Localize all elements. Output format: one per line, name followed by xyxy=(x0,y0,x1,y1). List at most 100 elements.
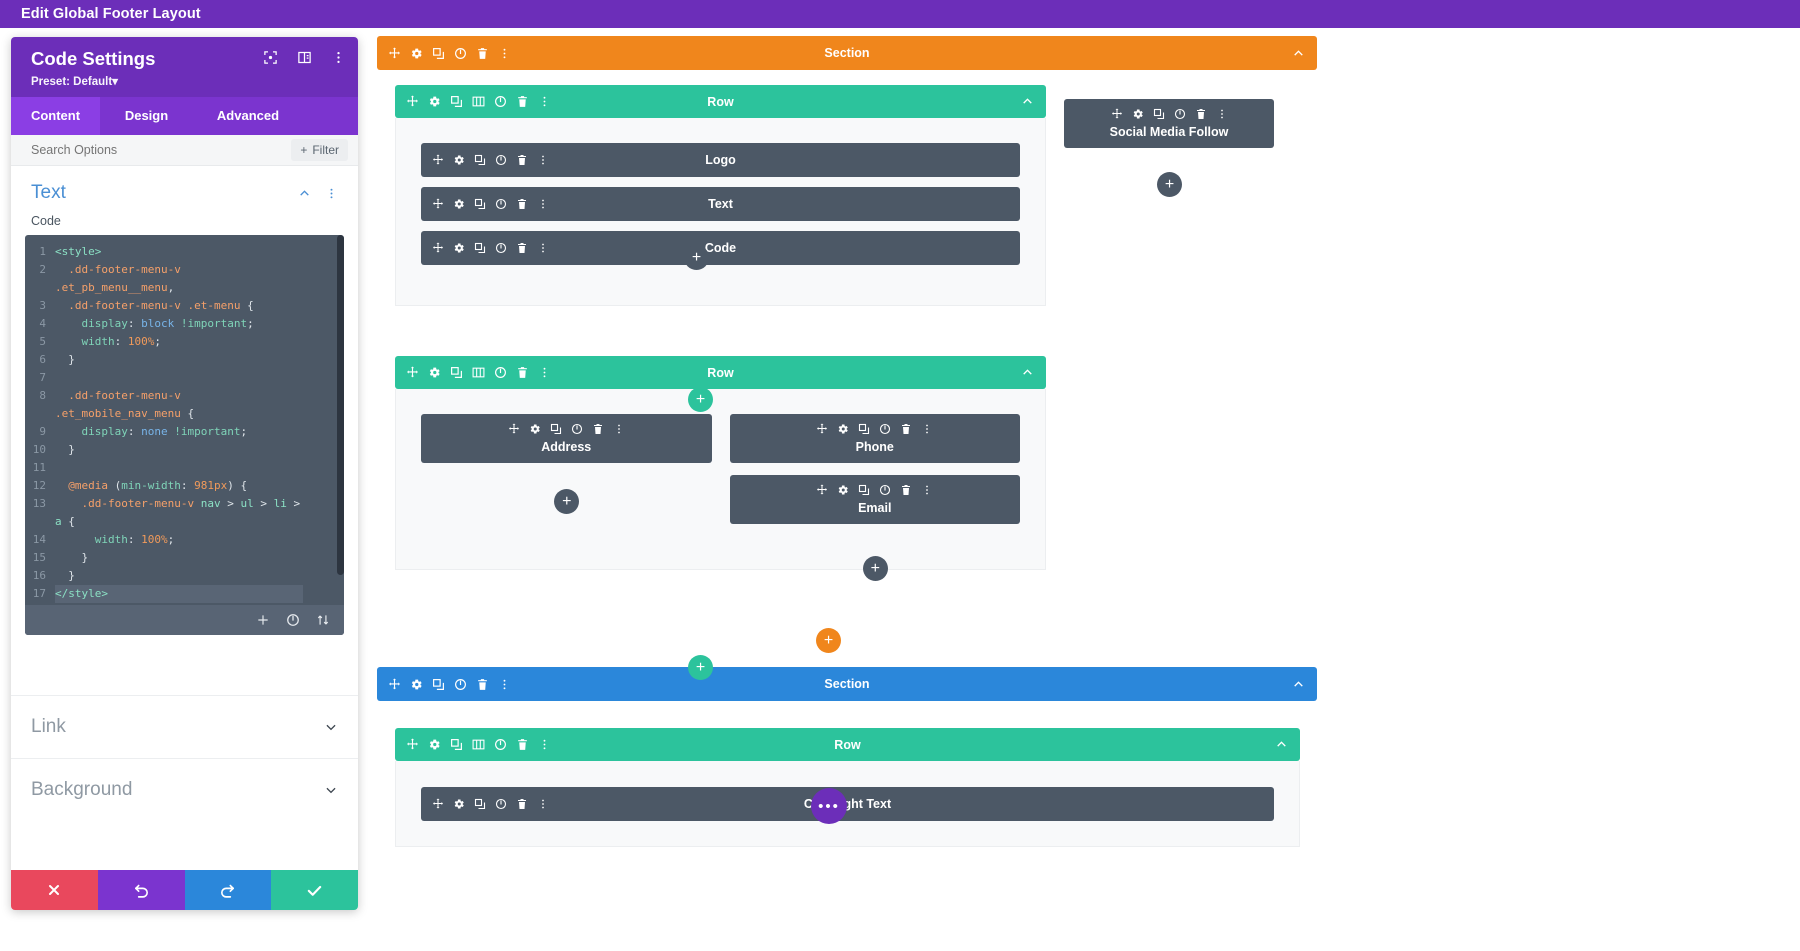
tab-content[interactable]: Content xyxy=(11,97,100,136)
move-icon[interactable] xyxy=(816,484,828,496)
module-copyright-text[interactable]: Copyright Text xyxy=(421,787,1274,821)
power-toggle-icon[interactable] xyxy=(494,738,507,751)
module-address[interactable]: Address xyxy=(421,414,712,463)
duplicate-icon[interactable] xyxy=(432,47,445,60)
code-line[interactable]: 7 xyxy=(25,369,344,387)
gear-icon[interactable] xyxy=(428,738,441,751)
undo-button[interactable] xyxy=(97,870,185,910)
duplicate-icon[interactable] xyxy=(450,738,463,751)
kebab-menu-icon[interactable] xyxy=(538,366,551,379)
add-social-module-button[interactable]: + xyxy=(1157,172,1182,197)
duplicate-icon[interactable] xyxy=(1153,108,1165,120)
gear-icon[interactable] xyxy=(837,484,849,496)
add-module-button[interactable]: + xyxy=(684,245,709,270)
kebab-menu-icon[interactable] xyxy=(538,738,551,751)
code-line[interactable]: 8 .dd-footer-menu-v .et_mobile_nav_menu … xyxy=(25,387,344,423)
move-icon[interactable] xyxy=(388,678,401,691)
duplicate-icon[interactable] xyxy=(858,423,870,435)
trash-icon[interactable] xyxy=(900,423,912,435)
power-toggle-icon[interactable] xyxy=(571,423,583,435)
code-line[interactable]: 4 display: block !important; xyxy=(25,315,344,333)
code-line[interactable]: 12 @media (min-width: 981px) { xyxy=(25,477,344,495)
move-icon[interactable] xyxy=(816,423,828,435)
tab-design[interactable]: Design xyxy=(100,97,193,135)
code-line[interactable]: 16 } xyxy=(25,567,344,585)
cancel-button[interactable] xyxy=(11,870,98,910)
code-line[interactable]: 3 .dd-footer-menu-v .et-menu { xyxy=(25,297,344,315)
move-icon[interactable] xyxy=(406,366,419,379)
code-editor[interactable]: 1 <style> 2 .dd-footer-menu-v .et_pb_menu_… xyxy=(25,235,344,636)
filter-button[interactable]: + Filter xyxy=(291,139,348,162)
power-toggle-icon[interactable] xyxy=(454,47,467,60)
chevron-up-icon[interactable] xyxy=(1292,47,1317,60)
duplicate-icon[interactable] xyxy=(550,423,562,435)
trash-icon[interactable] xyxy=(516,366,529,379)
redo-button[interactable] xyxy=(184,870,272,910)
power-toggle-icon[interactable] xyxy=(494,95,507,108)
move-icon[interactable] xyxy=(406,738,419,751)
kebab-menu-icon[interactable] xyxy=(325,187,338,200)
kebab-menu-icon[interactable] xyxy=(921,484,933,496)
module-logo[interactable]: Logo xyxy=(421,143,1020,177)
gear-icon[interactable] xyxy=(1132,108,1144,120)
code-line[interactable]: 6 } xyxy=(25,351,344,369)
add-icon[interactable] xyxy=(256,613,270,627)
focus-target-icon[interactable] xyxy=(263,50,278,65)
chevron-up-icon[interactable] xyxy=(298,187,311,200)
code-editor-lines[interactable]: 1 <style> 2 .dd-footer-menu-v .et_pb_menu_… xyxy=(25,235,344,605)
move-icon[interactable] xyxy=(508,423,520,435)
kebab-menu-icon[interactable] xyxy=(1216,108,1228,120)
search-input[interactable] xyxy=(31,143,231,158)
code-line[interactable]: 1 <style> xyxy=(25,243,344,261)
duplicate-icon[interactable] xyxy=(858,484,870,496)
kebab-menu-icon[interactable] xyxy=(538,95,551,108)
kebab-menu-icon[interactable] xyxy=(331,50,346,65)
move-icon[interactable] xyxy=(406,95,419,108)
row-three-dots-button[interactable]: ••• xyxy=(811,788,847,824)
chevron-up-icon[interactable] xyxy=(1021,95,1046,108)
gear-icon[interactable] xyxy=(410,678,423,691)
module-code[interactable]: Code xyxy=(421,231,1020,265)
trash-icon[interactable] xyxy=(476,678,489,691)
kebab-menu-icon[interactable] xyxy=(498,678,511,691)
code-line[interactable]: 17 </style> xyxy=(25,585,344,604)
trash-icon[interactable] xyxy=(900,484,912,496)
trash-icon[interactable] xyxy=(592,423,604,435)
code-line[interactable]: 15 } xyxy=(25,549,344,567)
code-line[interactable]: 2 .dd-footer-menu-v .et_pb_menu__menu, xyxy=(25,261,344,297)
duplicate-icon[interactable] xyxy=(450,366,463,379)
module-email[interactable]: Email xyxy=(729,475,1020,524)
sort-updown-icon[interactable] xyxy=(316,613,330,627)
option-group-text-header[interactable]: Text xyxy=(11,166,358,214)
gear-icon[interactable] xyxy=(410,47,423,60)
row-one-bar[interactable]: Row xyxy=(395,85,1046,118)
power-toggle-icon[interactable] xyxy=(879,484,891,496)
save-button[interactable] xyxy=(271,870,358,910)
trash-icon[interactable] xyxy=(516,95,529,108)
chevron-up-icon[interactable] xyxy=(1275,738,1300,751)
add-section-button[interactable]: + xyxy=(816,628,841,653)
row-two-bar[interactable]: Row xyxy=(395,356,1046,389)
code-line[interactable]: 10 } xyxy=(25,441,344,459)
gear-icon[interactable] xyxy=(837,423,849,435)
preset-selector[interactable]: Preset: Default▾ xyxy=(31,74,344,88)
columns-icon[interactable] xyxy=(472,366,485,379)
chevron-down-icon[interactable] xyxy=(324,720,338,734)
columns-icon[interactable] xyxy=(472,738,485,751)
move-icon[interactable] xyxy=(388,47,401,60)
tab-advanced[interactable]: Advanced xyxy=(193,97,303,135)
add-module-left-button[interactable]: + xyxy=(554,489,580,514)
trash-icon[interactable] xyxy=(1195,108,1207,120)
code-editor-scrollbar[interactable] xyxy=(337,235,344,635)
duplicate-icon[interactable] xyxy=(432,678,445,691)
code-line[interactable]: 11 xyxy=(25,459,344,477)
trash-icon[interactable] xyxy=(516,738,529,751)
code-line[interactable]: 5 width: 100%; xyxy=(25,333,344,351)
section-orange-bar[interactable]: Section xyxy=(377,36,1317,70)
kebab-menu-icon[interactable] xyxy=(613,423,625,435)
duplicate-icon[interactable] xyxy=(450,95,463,108)
add-row-button-two[interactable]: + xyxy=(688,655,713,680)
accordion-link[interactable]: Link xyxy=(11,695,358,758)
section-blue-bar[interactable]: Section xyxy=(377,667,1317,701)
columns-icon[interactable] xyxy=(472,95,485,108)
